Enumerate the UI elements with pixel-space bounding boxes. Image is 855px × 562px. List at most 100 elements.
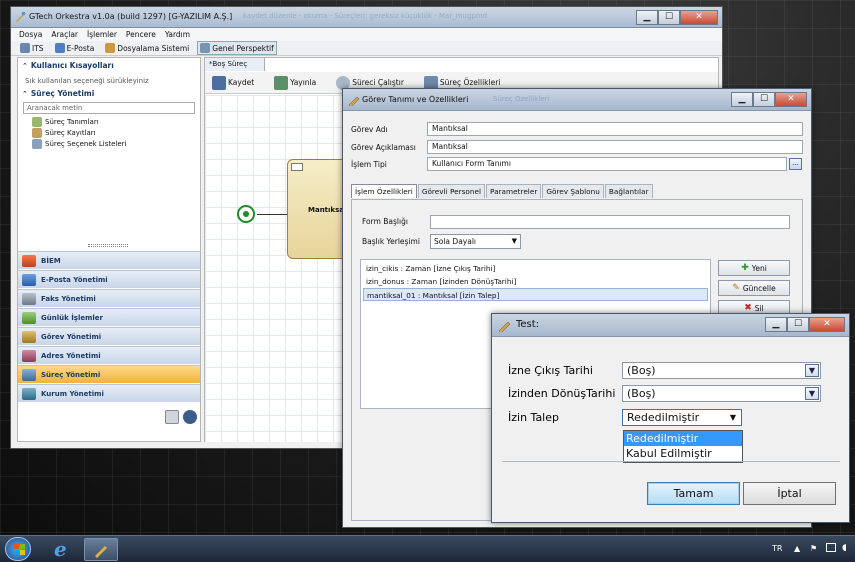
- nav-label: Kurum Yönetimi: [41, 389, 104, 398]
- test-dialog-title-bar[interactable]: Test: ▁ ☐ ✕: [492, 314, 849, 337]
- network-icon[interactable]: [826, 543, 836, 552]
- close-button[interactable]: ✕: [775, 92, 807, 107]
- plus-icon: ✚: [741, 263, 749, 273]
- maximize-button[interactable]: ☐: [658, 10, 680, 25]
- fax-icon: [22, 292, 36, 305]
- main-title-bar[interactable]: GTech Orkestra v1.0a (build 1297) [G-YAZ…: [11, 7, 722, 28]
- diagram-canvas[interactable]: Mantıksal: [205, 95, 357, 442]
- shortcuts-header[interactable]: ⌃ Kullanıcı Kısayolları: [22, 61, 114, 70]
- filing-system-button[interactable]: Dosyalama Sistemi: [102, 41, 192, 55]
- minimize-button[interactable]: ▁: [636, 10, 658, 25]
- form-title-field[interactable]: [430, 215, 790, 229]
- tree-item-process-definitions[interactable]: Süreç Tanımları: [32, 117, 127, 127]
- tab-operation-properties[interactable]: İşlem Özellikleri: [351, 184, 417, 198]
- publish-icon: [274, 75, 289, 90]
- tray-expand-icon[interactable]: ▲: [794, 544, 800, 553]
- publish-label: Yayınla: [290, 78, 317, 87]
- task-dialog-title-bar[interactable]: Görev Tanımı ve Özellikleri Süreç Özelli…: [343, 89, 811, 111]
- minimize-button[interactable]: ▁: [731, 92, 753, 107]
- language-indicator[interactable]: TR: [772, 544, 782, 553]
- nav-process-management[interactable]: Süreç Yönetimi: [18, 365, 200, 383]
- save-button[interactable]: Kaydet: [209, 74, 257, 92]
- process-management-header[interactable]: ⌃ Süreç Yönetimi: [22, 89, 94, 98]
- test-dialog: Test: ▁ ☐ ✕ İzne Çıkış Tarihi (Boş) ▼ İz…: [491, 313, 850, 523]
- internet-explorer-taskbar-button[interactable]: e: [48, 537, 82, 561]
- tree-item-process-records[interactable]: Süreç Kayıtları: [32, 128, 127, 138]
- maximize-button[interactable]: ☐: [787, 317, 809, 332]
- shortcuts-hint: Sık kullanılan seçeneği sürükleyiniz: [25, 77, 149, 85]
- splitter-handle[interactable]: [88, 244, 128, 247]
- nav-label: Faks Yönetimi: [41, 294, 96, 303]
- list-item-selected[interactable]: mantiksal_01 : Mantıksal [İzin Talep]: [363, 288, 708, 301]
- its-label: ITS: [32, 43, 44, 53]
- dropdown-option[interactable]: Kabul Edilmiştir: [624, 446, 742, 461]
- close-button[interactable]: ✕: [809, 317, 845, 332]
- menu-pencere[interactable]: Pencere: [126, 30, 156, 39]
- close-button[interactable]: ✕: [680, 10, 718, 25]
- process-management-title: Süreç Yönetimi: [30, 89, 95, 98]
- maximize-button[interactable]: ☐: [753, 92, 775, 107]
- nav-email-management[interactable]: E-Posta Yönetimi: [18, 270, 200, 288]
- tab-parameters[interactable]: Parametreler: [486, 184, 542, 198]
- minimize-button[interactable]: ▁: [765, 317, 787, 332]
- process-definition-icon: [32, 117, 42, 127]
- menu-dosya[interactable]: Dosya: [19, 30, 42, 39]
- nav-label: Adres Yönetimi: [41, 351, 101, 360]
- volume-icon[interactable]: ◖: [842, 543, 847, 553]
- tab-connections[interactable]: Bağlantılar: [604, 184, 653, 198]
- list-item[interactable]: izin_donus : Zaman [İzinden DönüşTarihi]: [363, 275, 708, 288]
- shortcuts-title: Kullanıcı Kısayolları: [30, 61, 114, 70]
- update-button[interactable]: ✎ Güncelle: [718, 280, 790, 296]
- list-item[interactable]: izin_cikis : Zaman [İzne Çıkış Tarihi]: [363, 262, 708, 275]
- eposta-button[interactable]: E-Posta: [52, 41, 98, 55]
- notes-icon[interactable]: [165, 410, 179, 424]
- its-icon: [20, 43, 30, 53]
- start-event[interactable]: [237, 205, 255, 223]
- option-list-icon: [32, 139, 42, 149]
- nav-daily-operations[interactable]: Günlük İşlemler: [18, 308, 200, 326]
- delete-button-label: Sil: [754, 303, 764, 313]
- flag-icon[interactable]: ⚑: [810, 544, 817, 553]
- calendar-icon: [22, 311, 36, 324]
- its-button[interactable]: ITS: [17, 41, 47, 55]
- tab-task-template[interactable]: Görev Şablonu: [542, 184, 604, 198]
- menu-bar: Dosya Araçlar İşlemler Pencere Yardım: [11, 28, 722, 41]
- tree-item-option-lists[interactable]: Süreç Seçenek Listeleri: [32, 139, 127, 149]
- orkestra-taskbar-button[interactable]: [84, 538, 118, 561]
- nav-address-management[interactable]: Adres Yönetimi: [18, 346, 200, 364]
- user-icon[interactable]: [183, 410, 197, 424]
- tab-assigned-staff[interactable]: Görevli Personel: [417, 184, 485, 198]
- dropdown-option-selected[interactable]: Rededilmiştir: [624, 431, 742, 446]
- task-name-label: Görev Adı: [351, 125, 388, 134]
- task-description-field[interactable]: Mantıksal: [427, 140, 803, 154]
- nav-institution-management[interactable]: Kurum Yönetimi: [18, 384, 200, 402]
- general-perspective-button[interactable]: Genel Perspektif: [197, 41, 277, 55]
- leave-return-select[interactable]: (Boş) ▼: [622, 385, 821, 402]
- start-button[interactable]: [5, 537, 31, 561]
- leave-return-value: (Boş): [627, 387, 656, 400]
- operation-type-field[interactable]: Kullanıcı Form Tanımı: [427, 157, 787, 171]
- nav-fax-management[interactable]: Faks Yönetimi: [18, 289, 200, 307]
- cancel-button[interactable]: İptal: [743, 482, 836, 505]
- title-position-select[interactable]: Sola Dayalı ▼: [430, 234, 521, 249]
- menu-yardim[interactable]: Yardım: [165, 30, 190, 39]
- nav-label: Süreç Yönetimi: [41, 370, 101, 379]
- nav-task-management[interactable]: Görev Yönetimi: [18, 327, 200, 345]
- search-input[interactable]: Aranacak metin: [23, 102, 195, 114]
- new-button[interactable]: ✚ Yeni: [718, 260, 790, 276]
- nav-label: Görev Yönetimi: [41, 332, 102, 341]
- menu-araclar[interactable]: Araçlar: [51, 30, 78, 39]
- tab-empty-process[interactable]: *Boş Süreç: [205, 58, 265, 71]
- leave-request-select[interactable]: Rededilmiştir ▼: [622, 409, 742, 426]
- task-name-field[interactable]: Mantıksal: [427, 122, 803, 136]
- nav-biem[interactable]: BİEM: [18, 251, 200, 269]
- sequence-flow[interactable]: [257, 214, 287, 215]
- publish-button[interactable]: Yayınla: [271, 74, 319, 92]
- ok-button[interactable]: Tamam: [647, 482, 740, 505]
- main-toolbar: ITS E-Posta Dosyalama Sistemi Genel Pers…: [11, 41, 722, 56]
- leave-start-select[interactable]: (Boş) ▼: [622, 362, 821, 379]
- general-perspective-label: Genel Perspektif: [212, 43, 274, 53]
- chevron-up-icon: ⌃: [22, 61, 28, 70]
- menu-islemler[interactable]: İşlemler: [87, 30, 117, 39]
- browse-button[interactable]: ...: [789, 158, 802, 170]
